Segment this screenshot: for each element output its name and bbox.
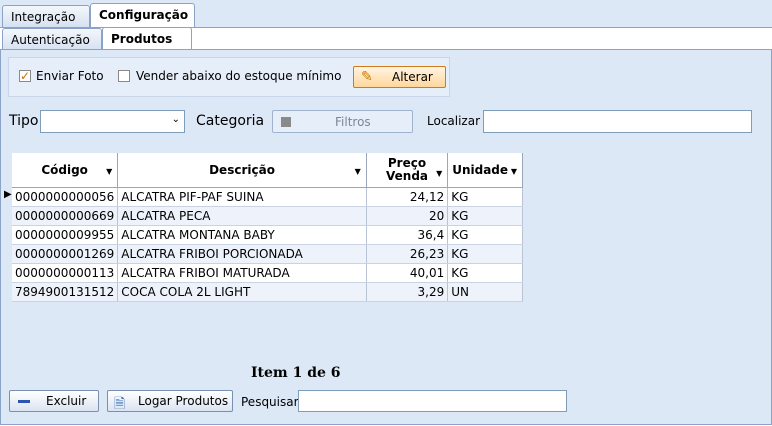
tipo-label: Tipo [9,113,39,129]
check-icon: ✓ [20,69,31,83]
cell-unidade: KG [447,263,523,283]
cell-preco: 20 [366,206,449,226]
cell-preco: 40,01 [366,263,449,283]
col-codigo-label: Código [41,162,88,177]
cell-descricao: COCA COLA 2L LIGHT [117,282,367,302]
localizar-input[interactable] [483,110,752,133]
col-unidade-header[interactable]: Unidade ▼ [447,153,523,188]
logar-produtos-label: Logar Produtos [138,394,229,408]
sort-arrow-icon: ▼ [106,167,113,176]
excluir-label: Excluir [46,394,87,408]
col-unidade-label: Unidade [452,162,509,177]
cell-codigo: 0000000001269 [12,244,119,264]
pencil-icon: ✎ [361,69,373,85]
cell-unidade: KG [447,187,523,207]
cell-preco: 26,23 [366,244,449,264]
minus-icon [18,400,30,403]
cell-unidade: KG [447,244,523,264]
table-row[interactable]: 0000000009955 ALCATRA MONTANA BABY 36,4 … [12,225,523,245]
alterar-button[interactable]: ✎ Alterar [353,66,446,88]
cell-codigo: 0000000000669 [12,206,119,226]
cell-preco: 36,4 [366,225,449,245]
excluir-button[interactable]: Excluir [9,390,99,412]
cell-descricao: ALCATRA PIF-PAF SUINA [117,187,367,207]
pesquisar-input[interactable] [298,390,567,412]
cell-descricao: ALCATRA MONTANA BABY [117,225,367,245]
sort-arrow-icon: ▼ [354,167,361,176]
cell-unidade: UN [447,282,523,302]
cell-unidade: KG [447,206,523,226]
tab-autenticacao-label: Autenticação [11,33,90,47]
tab-integracao[interactable]: Integração [2,5,90,27]
table-row[interactable]: 0000000000056 ALCATRA PIF-PAF SUINA 24,1… [12,187,523,207]
item-count: Item 1 de 6 [251,365,341,381]
tab-autenticacao[interactable]: Autenticação [2,28,102,50]
sort-arrow-icon: ▼ [510,167,517,176]
cell-codigo: 0000000009955 [12,225,119,245]
categoria-label: Categoria [196,113,265,129]
cell-descricao: ALCATRA PECA [117,206,367,226]
localizar-label: Localizar [427,114,481,128]
chevron-down-icon: ⌄ [171,114,180,125]
tab-configuracao-label: Configuração [99,8,189,22]
alterar-label: Alterar [392,70,433,84]
cell-preco: 3,29 [366,282,449,302]
tab-produtos[interactable]: Produtos [102,27,192,50]
filtros-button[interactable]: Filtros [272,110,413,133]
cell-descricao: ALCATRA FRIBOI MATURADA [117,263,367,283]
logar-produtos-button[interactable]: 🗎 Logar Produtos [107,390,233,412]
cell-descricao: ALCATRA FRIBOI PORCIONADA [117,244,367,264]
tab-configuracao[interactable]: Configuração [90,3,195,27]
vender-abaixo-label: Vender abaixo do estoque mínimo [136,69,342,83]
vender-abaixo-checkbox[interactable] [118,70,130,82]
table-row[interactable]: 0000000001269 ALCATRA FRIBOI PORCIONADA … [12,244,523,264]
tab-produtos-label: Produtos [111,32,173,46]
filter-icon [281,117,291,127]
current-row-indicator-icon: ▶ [4,189,12,200]
enviar-foto-label: Enviar Foto [36,69,104,83]
col-descricao-label: Descrição [209,162,275,177]
col-preco-header[interactable]: Preço Venda ▼ [366,153,449,188]
enviar-foto-checkbox[interactable]: ✓ [19,70,31,82]
sort-arrow-icon: ▼ [436,169,443,178]
col-preco-label: Preço Venda [386,155,428,183]
tipo-select[interactable]: ⌄ [40,110,185,133]
document-icon: 🗎 [114,396,126,412]
table-row[interactable]: 0000000000669 ALCATRA PECA 20 KG [12,206,523,226]
cell-unidade: KG [447,225,523,245]
cell-preco: 24,12 [366,187,449,207]
cell-codigo: 0000000000113 [12,263,119,283]
products-grid[interactable]: Código ▼ Descrição ▼ Preço Venda ▼ Unida… [12,153,523,302]
tab-integracao-label: Integração [11,10,76,24]
col-codigo-header[interactable]: Código ▼ [12,153,119,188]
filtros-label: Filtros [335,115,371,129]
table-row[interactable]: 7894900131512 COCA COLA 2L LIGHT 3,29 UN [12,282,523,302]
cell-codigo: 0000000000056 [12,187,119,207]
col-descricao-header[interactable]: Descrição ▼ [117,153,367,188]
pesquisar-label: Pesquisar [241,395,299,409]
cell-codigo: 7894900131512 [12,282,119,302]
table-row[interactable]: 0000000000113 ALCATRA FRIBOI MATURADA 40… [12,263,523,283]
